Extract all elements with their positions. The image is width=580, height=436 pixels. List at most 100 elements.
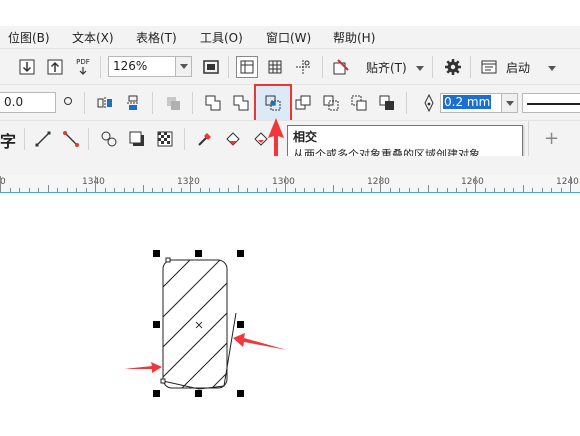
intersect-icon <box>265 95 281 111</box>
mirror-horizontal-icon <box>97 97 112 109</box>
interactive-fill-button[interactable] <box>222 128 244 150</box>
ruler-tick <box>475 176 476 192</box>
ruler-accent-line <box>0 192 580 193</box>
ruler-tick <box>285 176 286 192</box>
combine-icon <box>167 97 180 110</box>
ruler-tick <box>142 185 144 192</box>
publish-pdf-button[interactable]: PDF <box>72 56 94 78</box>
menu-help[interactable]: 帮助(H) <box>333 29 375 46</box>
grid-icon <box>268 60 282 74</box>
chevron-down-icon[interactable] <box>548 66 556 71</box>
export-button[interactable] <box>44 56 66 78</box>
pen-nib-button[interactable] <box>418 92 440 114</box>
ruler-tick <box>570 176 571 192</box>
menu-bitmap[interactable]: 位图(B) <box>8 29 50 46</box>
ruler-top-gap <box>0 156 580 175</box>
dimension-tool-icon <box>63 131 79 147</box>
ruler-tick <box>380 176 381 192</box>
chevron-down-icon[interactable] <box>416 66 424 71</box>
ruler-tick <box>0 176 1 192</box>
launch-button[interactable] <box>478 56 500 78</box>
create-boundary-button[interactable] <box>376 92 398 114</box>
standard-toolbar: PDF 126% 贴齐(T) 启动 <box>0 48 580 84</box>
show-guidelines-button[interactable] <box>292 56 314 78</box>
zoom-dropdown-button[interactable] <box>176 56 192 77</box>
window-top-strip <box>0 0 580 26</box>
line-connector-button[interactable] <box>32 128 54 150</box>
menu-text[interactable]: 文本(X) <box>72 29 114 46</box>
mirror-vertical-button[interactable] <box>122 92 144 114</box>
degree-icon <box>64 97 72 105</box>
menu-window[interactable]: 窗口(W) <box>266 29 311 46</box>
add-tool-button[interactable]: + <box>544 128 559 149</box>
trim-button[interactable] <box>230 92 252 114</box>
drawing-canvas[interactable] <box>0 194 580 436</box>
snap-off-button[interactable] <box>330 56 352 78</box>
simplify-button[interactable] <box>292 92 314 114</box>
outline-width-field[interactable]: 0.2 mm <box>440 93 502 113</box>
ruler-tick <box>47 185 49 192</box>
weld-icon <box>205 95 221 111</box>
menu-bar: 位图(B) 文本(X) 表格(T) 工具(O) 窗口(W) 帮助(H) <box>0 26 580 48</box>
drop-shadow-icon <box>129 131 144 146</box>
guidelines-icon <box>296 60 310 74</box>
launch-icon <box>481 60 497 74</box>
snap-to-label[interactable]: 贴齐(T) <box>366 59 407 76</box>
ruler-label: 1240 <box>556 177 579 187</box>
eyedropper-button[interactable] <box>194 128 216 150</box>
ruler-tick <box>427 185 429 192</box>
back-minus-front-button[interactable] <box>348 92 370 114</box>
mirror-vertical-icon <box>127 95 139 110</box>
ruler-label: 1260 <box>461 177 484 187</box>
ruler-label: 1280 <box>367 177 390 187</box>
blend-tool-icon <box>101 131 117 147</box>
drop-shadow-button[interactable] <box>126 128 148 150</box>
gear-icon <box>445 59 461 75</box>
import-button[interactable] <box>16 56 38 78</box>
menu-tools[interactable]: 工具(O) <box>200 29 243 46</box>
horizontal-ruler: 0 1340 1320 1300 1280 1260 1240 <box>0 175 580 193</box>
front-minus-back-button[interactable] <box>320 92 342 114</box>
line-connector-icon <box>35 131 51 147</box>
weld-button[interactable] <box>202 92 224 114</box>
mirror-horizontal-button[interactable] <box>94 92 116 114</box>
show-rulers-button[interactable] <box>236 56 258 78</box>
import-icon <box>19 59 35 75</box>
panel-divider <box>528 121 529 157</box>
pdf-arrow-icon <box>79 67 87 75</box>
launch-label[interactable]: 启动 <box>506 59 530 76</box>
paint-bucket-icon <box>226 132 240 146</box>
coordinate-field[interactable]: 0.0 <box>0 92 56 113</box>
rulers-icon <box>240 60 254 74</box>
intersect-button[interactable] <box>262 92 284 114</box>
full-screen-preview-button[interactable] <box>200 56 222 78</box>
ruler-tick <box>522 185 524 192</box>
ruler-label: 1320 <box>177 177 200 187</box>
ruler-tick <box>332 185 334 192</box>
outline-width-dropdown[interactable] <box>502 93 518 113</box>
snap-off-icon <box>333 59 349 75</box>
dimension-tool-button[interactable] <box>60 128 82 150</box>
outline-width-value: 0.2 mm <box>443 95 492 109</box>
combine-button[interactable] <box>162 92 184 114</box>
pdf-label: PDF <box>76 58 90 66</box>
options-button[interactable] <box>442 56 464 78</box>
menu-table[interactable]: 表格(T) <box>136 29 177 46</box>
text-tool-label[interactable]: 字 <box>0 128 16 152</box>
transparency-icon <box>157 131 173 147</box>
ruler-tick <box>95 176 96 192</box>
front-minus-back-icon <box>323 95 339 111</box>
create-boundary-icon <box>379 95 394 110</box>
blend-tool-button[interactable] <box>98 128 120 150</box>
full-screen-icon <box>203 60 219 74</box>
transparency-button[interactable] <box>154 128 176 150</box>
property-bar: 0.0 0.2 mm <box>0 84 580 122</box>
line-style-selector[interactable] <box>522 93 580 113</box>
back-minus-front-icon <box>351 95 367 111</box>
ruler-tick <box>237 185 239 192</box>
ruler-tick <box>190 176 191 192</box>
show-grid-button[interactable] <box>264 56 286 78</box>
eyedropper-icon <box>198 133 211 146</box>
simplify-icon <box>295 95 311 110</box>
zoom-level-field[interactable]: 126% <box>108 56 176 77</box>
